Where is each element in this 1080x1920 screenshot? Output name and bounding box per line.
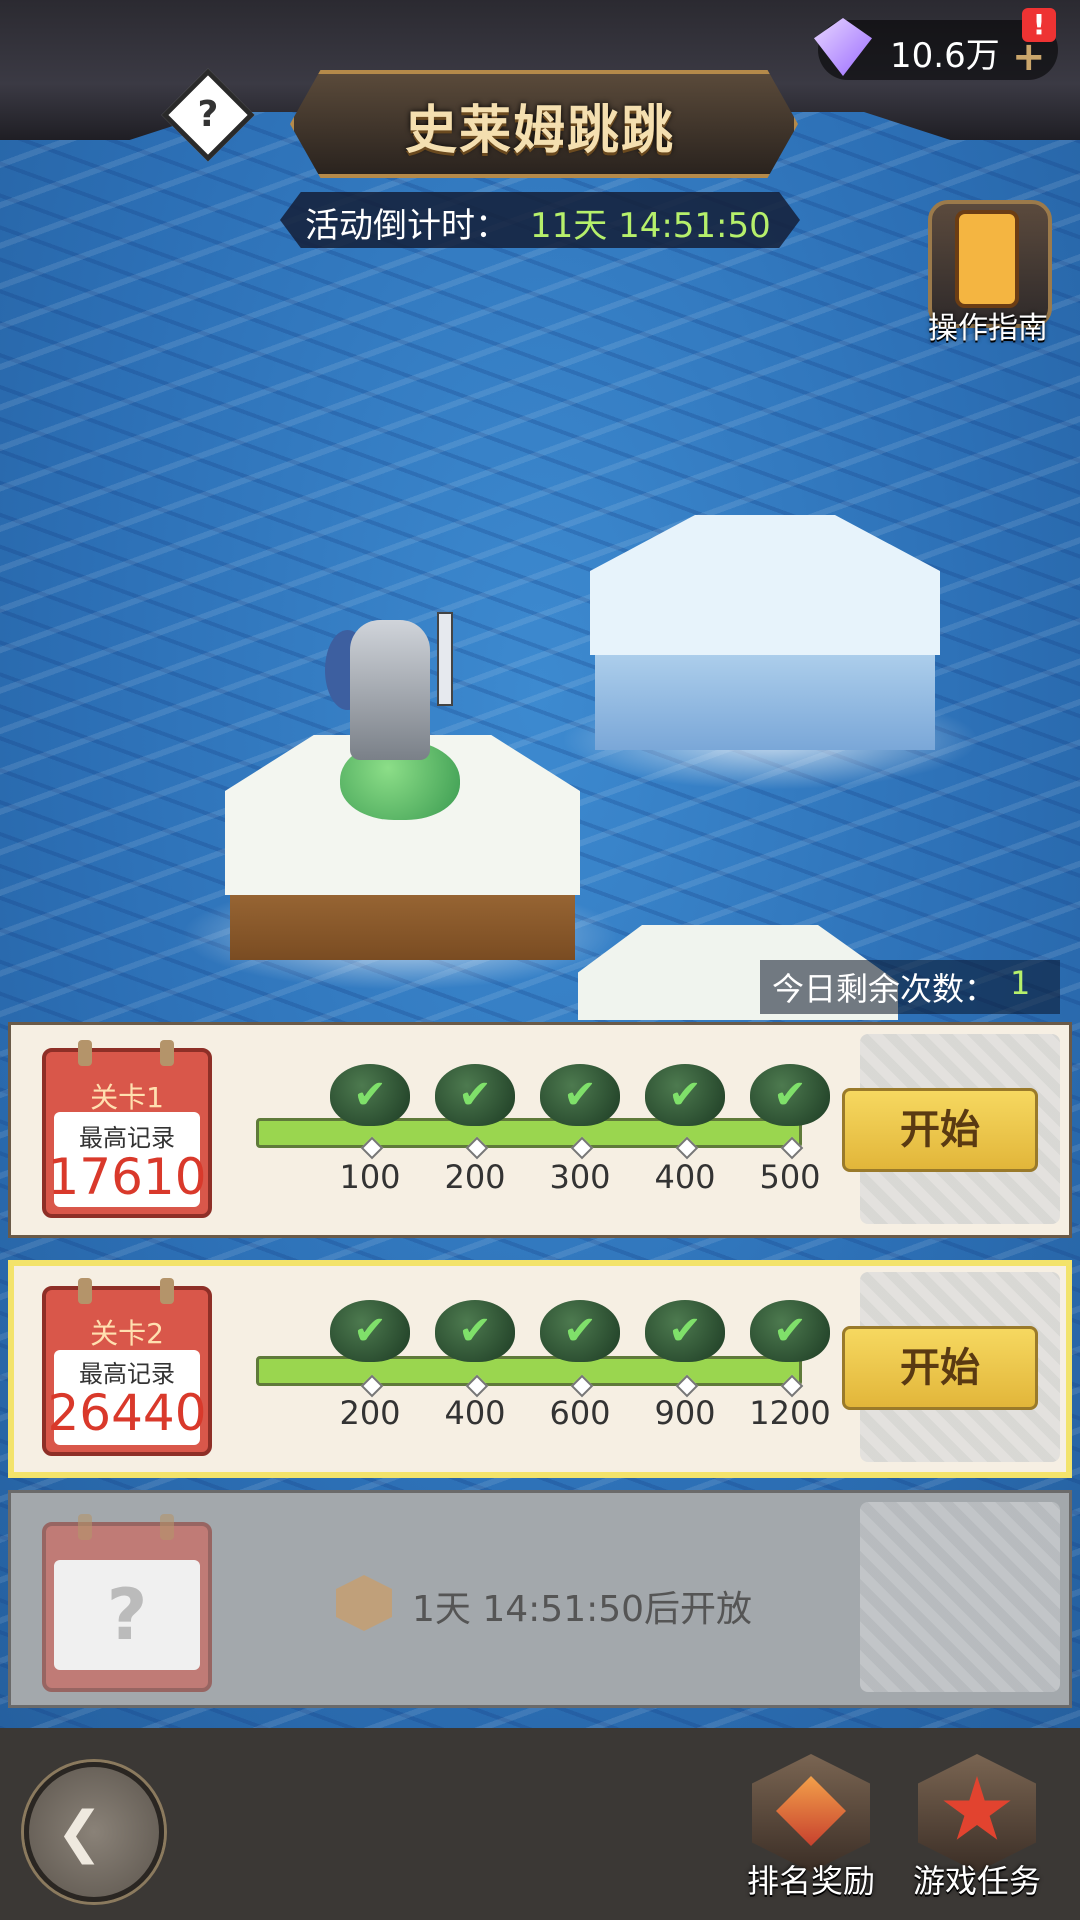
milestone-slime-icon: ✔ — [750, 1064, 830, 1126]
alert-icon: ! — [1022, 8, 1056, 42]
level-name: 关卡2 — [90, 1317, 164, 1350]
start-button[interactable]: 开始 — [842, 1326, 1038, 1410]
milestone-slime-icon: ✔ — [435, 1064, 515, 1126]
game-tasks-label: 游戏任务 — [912, 1862, 1041, 1900]
milestone-slime-icon: ✔ — [645, 1300, 725, 1362]
check-icon: ✔ — [773, 1072, 807, 1118]
countdown-value: 11天 14:51:50 — [530, 206, 771, 246]
milestone-slime-icon: ✔ — [435, 1300, 515, 1362]
unlock-countdown: 1天 14:51:50后开放 — [412, 1589, 753, 1630]
milestone-slime-icon: ✔ — [540, 1064, 620, 1126]
record-value: 26440 — [47, 1384, 207, 1442]
level-name: 关卡1 — [90, 1081, 164, 1114]
calendar-ring — [160, 1514, 174, 1540]
back-arrow-icon: ❮ — [56, 1800, 103, 1865]
unknown-level-icon: ? — [54, 1560, 200, 1670]
check-icon: ✔ — [353, 1308, 387, 1354]
check-icon: ✔ — [563, 1308, 597, 1354]
check-icon: ✔ — [668, 1308, 702, 1354]
milestone-value: 200 — [444, 1158, 506, 1196]
milestone-value: 1200 — [749, 1394, 831, 1432]
check-icon: ✔ — [458, 1308, 492, 1354]
calendar-ring — [78, 1514, 92, 1540]
check-icon: ✔ — [773, 1308, 807, 1354]
milestone-slime-icon: ✔ — [330, 1300, 410, 1362]
tap-guide-icon — [955, 210, 1019, 308]
milestone-value: 300 — [549, 1158, 611, 1196]
milestone-value: 400 — [444, 1394, 506, 1432]
record-value: 17610 — [47, 1148, 207, 1206]
milestone-value: 400 — [654, 1158, 716, 1196]
remaining-label: 今日剩余次数： — [772, 970, 997, 1008]
milestone-value: 600 — [549, 1394, 611, 1432]
start-button[interactable]: 开始 — [842, 1088, 1038, 1172]
milestone-slime-icon: ✔ — [645, 1064, 725, 1126]
sword-icon — [437, 612, 453, 706]
gem-value: 10.6万 — [890, 36, 1000, 76]
page-title: 史莱姆跳跳 — [404, 101, 675, 161]
milestone-slime-icon: ✔ — [540, 1300, 620, 1362]
calendar-ring — [160, 1040, 174, 1066]
check-icon: ✔ — [353, 1072, 387, 1118]
ranking-reward-label: 排名奖励 — [746, 1862, 875, 1900]
check-icon: ✔ — [668, 1072, 702, 1118]
check-icon: ✔ — [458, 1072, 492, 1118]
milestone-slime-icon: ✔ — [750, 1300, 830, 1362]
help-icon: ? — [197, 94, 219, 135]
milestone-slime-icon: ✔ — [330, 1064, 410, 1126]
remaining-value: 1 — [1010, 964, 1031, 1002]
check-icon: ✔ — [563, 1072, 597, 1118]
calendar-ring — [78, 1040, 92, 1066]
stone-decoration — [860, 1502, 1060, 1692]
milestone-value: 500 — [759, 1158, 821, 1196]
calendar-ring — [78, 1278, 92, 1304]
countdown-label: 活动倒计时： — [305, 206, 509, 246]
knight-character — [350, 620, 430, 760]
milestone-value: 200 — [339, 1394, 401, 1432]
milestone-value: 900 — [654, 1394, 716, 1432]
calendar-ring — [160, 1278, 174, 1304]
guide-label: 操作指南 — [928, 311, 1048, 346]
milestone-value: 100 — [339, 1158, 401, 1196]
